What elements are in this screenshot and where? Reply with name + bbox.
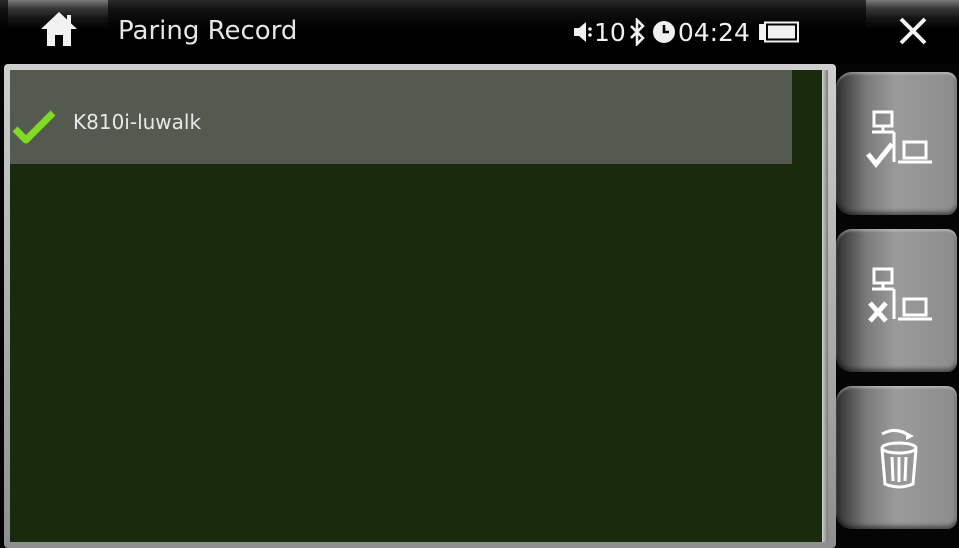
disconnect-device-button[interactable] bbox=[836, 229, 957, 372]
device-name: K810i-luwalk bbox=[73, 110, 202, 134]
status-bar: 10 04:24 bbox=[572, 12, 800, 52]
disconnect-device-icon bbox=[868, 267, 932, 323]
page-title: Paring Record bbox=[118, 16, 298, 46]
clock-time: 04:24 bbox=[677, 17, 750, 47]
connect-device-icon bbox=[866, 110, 932, 169]
volume-level: 10 bbox=[594, 17, 626, 47]
device-list-item[interactable]: K810i-luwalk bbox=[10, 70, 792, 164]
title-bar: Paring Record 10 04:24 bbox=[0, 0, 959, 64]
bluetooth-icon bbox=[628, 18, 648, 46]
paired-device-list[interactable]: K810i-luwalk bbox=[10, 70, 824, 542]
check-icon bbox=[12, 110, 56, 144]
home-icon bbox=[41, 12, 77, 46]
battery-icon bbox=[758, 21, 800, 43]
close-button[interactable] bbox=[866, 0, 959, 64]
speaker-icon bbox=[572, 19, 594, 45]
device-list-frame: K810i-luwalk bbox=[4, 64, 836, 548]
delete-button[interactable] bbox=[836, 386, 957, 529]
trash-icon bbox=[880, 429, 918, 489]
close-icon bbox=[899, 17, 927, 45]
list-scrollbar[interactable] bbox=[822, 70, 828, 542]
connect-device-button[interactable] bbox=[836, 72, 957, 215]
clock-icon bbox=[652, 20, 676, 44]
bluetooth-pairing-screen: Paring Record 10 04:24 K810i-luwalk bbox=[0, 0, 959, 548]
home-button[interactable] bbox=[8, 0, 108, 64]
